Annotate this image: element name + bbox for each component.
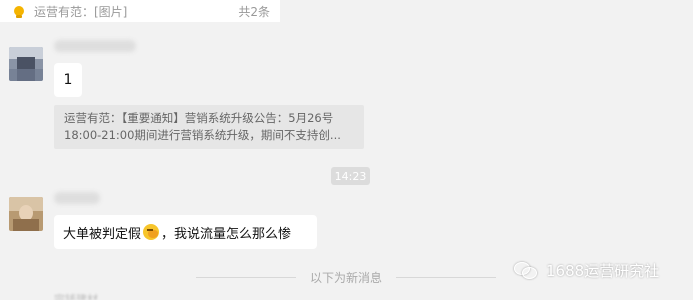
wechat-icon	[514, 260, 538, 280]
pinned-message-text: 运营有范：[图片]	[34, 4, 128, 19]
message-bubble[interactable]: 1	[54, 63, 82, 97]
message-text: 1	[63, 72, 73, 88]
quoted-line-1: 运营有范：【重要通知】营销系统升级公告：5月26号	[64, 111, 334, 125]
sender-name-blurred	[54, 192, 100, 204]
lightbulb-icon	[12, 4, 26, 18]
divider-label: 以下为新消息	[310, 270, 383, 285]
avatar[interactable]	[9, 47, 43, 81]
quoted-message[interactable]: 运营有范：【重要通知】营销系统升级公告：5月26号 18:00-21:00期间进…	[54, 105, 364, 149]
pinned-message-count[interactable]: 共2条	[238, 3, 270, 20]
watermark: 1688运营研究社	[514, 258, 659, 282]
quoted-line-2: 18:00-21:00期间进行营销系统升级，期间不支持创...	[64, 128, 341, 142]
next-sender-name-partial: 完钱建材	[54, 294, 106, 300]
message-text-part1: 大单被判定假	[63, 226, 142, 242]
divider-line-right	[396, 276, 497, 278]
sender-name-blurred	[54, 40, 136, 52]
message-text-part2: ，我说流量怎么那么惨	[161, 226, 292, 242]
pinned-message-bar[interactable]: 运营有范：[图片] 共2条	[0, 0, 280, 22]
message-bubble[interactable]: 大单被判定假 ，我说流量怎么那么惨	[54, 215, 317, 249]
watermark-text: 1688运营研究社	[546, 261, 660, 280]
timestamp-badge: 14:23	[331, 167, 370, 185]
emoji-icon	[143, 224, 160, 240]
avatar[interactable]	[9, 197, 43, 231]
new-messages-divider: 以下为新消息	[196, 267, 497, 287]
divider-line-left	[196, 276, 296, 278]
